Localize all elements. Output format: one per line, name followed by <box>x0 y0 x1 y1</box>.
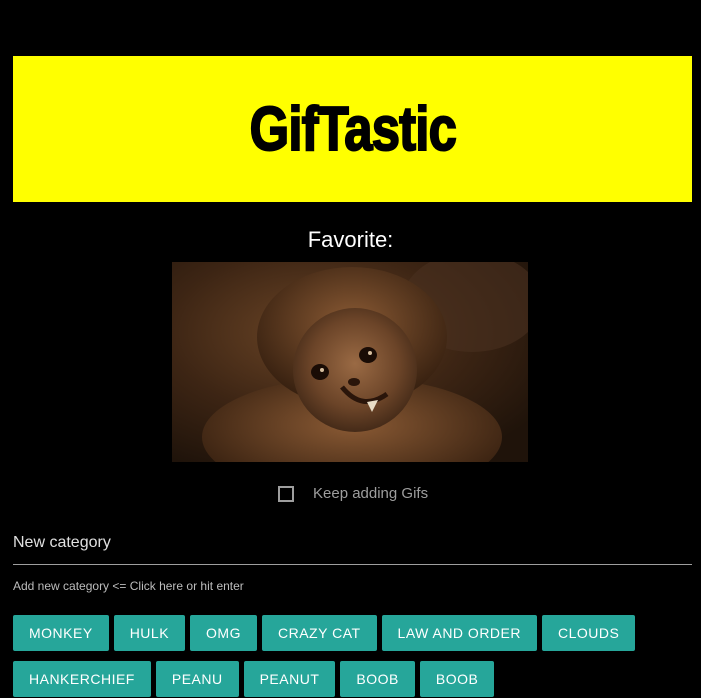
category-button-hulk[interactable]: HULK <box>113 615 186 651</box>
category-button-omg[interactable]: OMG <box>190 615 257 651</box>
page: GifTastic Favorite: Keep adding Gifs New… <box>0 0 701 698</box>
new-category-input[interactable] <box>13 530 692 565</box>
category-button-boob-2[interactable]: BOOB <box>419 661 495 697</box>
category-buttons-row-2: HANKERCHIEF PEANU PEANUT BOOB BOOB <box>13 661 499 697</box>
keep-adding-checkbox[interactable] <box>278 485 294 502</box>
category-button-peanut[interactable]: PEANUT <box>243 661 336 697</box>
new-category-helper: Add new category <= Click here or hit en… <box>13 579 244 593</box>
header-banner: GifTastic <box>13 56 692 202</box>
monkey-gif-image <box>172 262 528 462</box>
category-button-hankerchief[interactable]: HANKERCHIEF <box>13 661 151 697</box>
category-buttons-row-1: MONKEY HULK OMG CRAZY CAT LAW AND ORDER … <box>13 615 640 651</box>
category-button-law-and-order[interactable]: LAW AND ORDER <box>381 615 537 651</box>
keep-adding-row[interactable]: Keep adding Gifs <box>278 485 428 502</box>
page-title: GifTastic <box>248 94 457 165</box>
category-button-peanu[interactable]: PEANU <box>155 661 239 697</box>
favorite-gif[interactable] <box>172 262 528 462</box>
category-button-crazy-cat[interactable]: CRAZY CAT <box>262 615 377 651</box>
category-button-monkey[interactable]: MONKEY <box>13 615 109 651</box>
category-button-clouds[interactable]: CLOUDS <box>542 615 636 651</box>
favorite-label: Favorite: <box>307 227 394 252</box>
keep-adding-label: Keep adding Gifs <box>313 485 429 502</box>
category-button-boob[interactable]: BOOB <box>340 661 415 697</box>
